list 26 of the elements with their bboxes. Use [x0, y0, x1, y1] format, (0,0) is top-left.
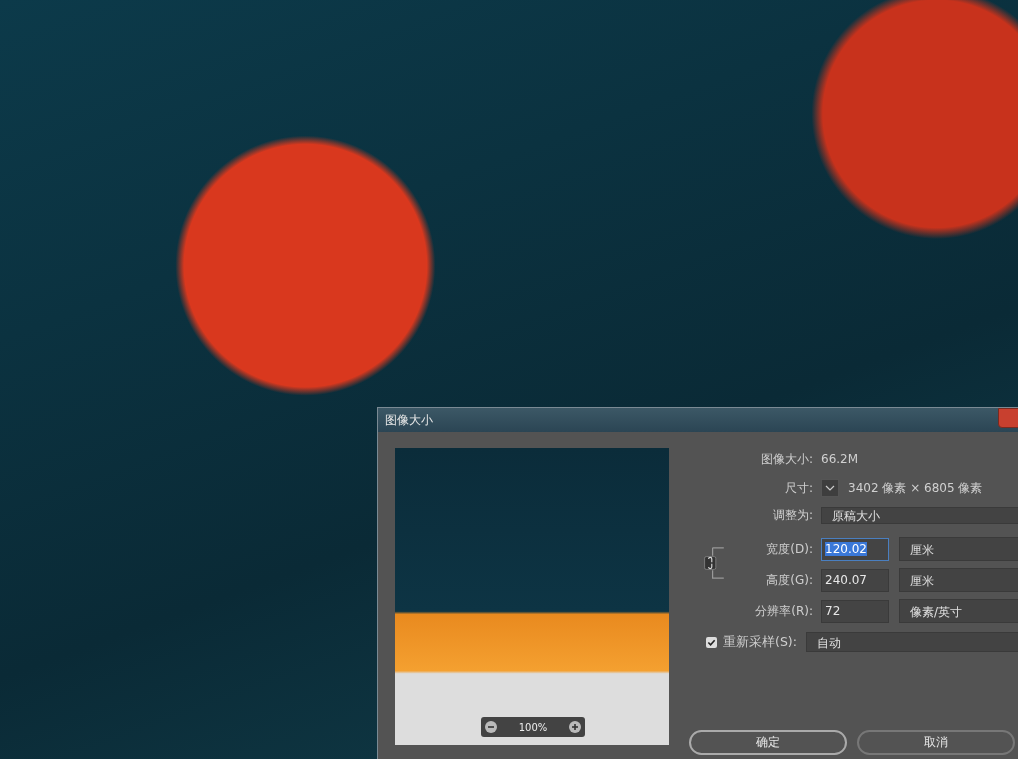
number-field[interactable]: 72: [821, 599, 889, 623]
fit-to-label: 调整为:: [771, 506, 813, 524]
dimensions-value: 3402 像素 × 6805 像素: [848, 479, 983, 497]
zoom-level: 100%: [518, 721, 548, 733]
unit-dropdown[interactable]: 厘米: [899, 537, 1018, 561]
number-field[interactable]: 240.07: [821, 568, 889, 592]
field-label: 高度(G):: [765, 571, 813, 589]
unit-dropdown[interactable]: 厘米: [899, 568, 1018, 592]
resample-dropdown[interactable]: 自动: [805, 632, 1018, 652]
zoom-in-icon[interactable]: [569, 721, 581, 733]
chevron-icon: [825, 485, 835, 491]
dimensions-dropdown[interactable]: [821, 479, 839, 497]
image-size-label: 图像大小:: [759, 450, 813, 468]
dimensions-label: 尺寸:: [783, 479, 813, 497]
field-label: 分辨率(R):: [754, 602, 813, 620]
window-title: 图像大小: [385, 411, 433, 429]
image-size-value: 66.2M: [821, 452, 859, 466]
field-label: 宽度(D):: [765, 540, 813, 558]
ok-button[interactable]: 确定: [689, 730, 847, 755]
number-field[interactable]: 120.02: [821, 537, 889, 561]
unit-dropdown[interactable]: 像素/英寸: [899, 599, 1018, 623]
resample-checkbox[interactable]: [706, 636, 717, 648]
zoom-out-icon[interactable]: [485, 721, 497, 733]
fit-to-dropdown[interactable]: 原稿大小: [821, 506, 1018, 524]
resample-label: 重新采样(S):: [723, 633, 797, 651]
cancel-button[interactable]: 取消: [857, 730, 1015, 755]
